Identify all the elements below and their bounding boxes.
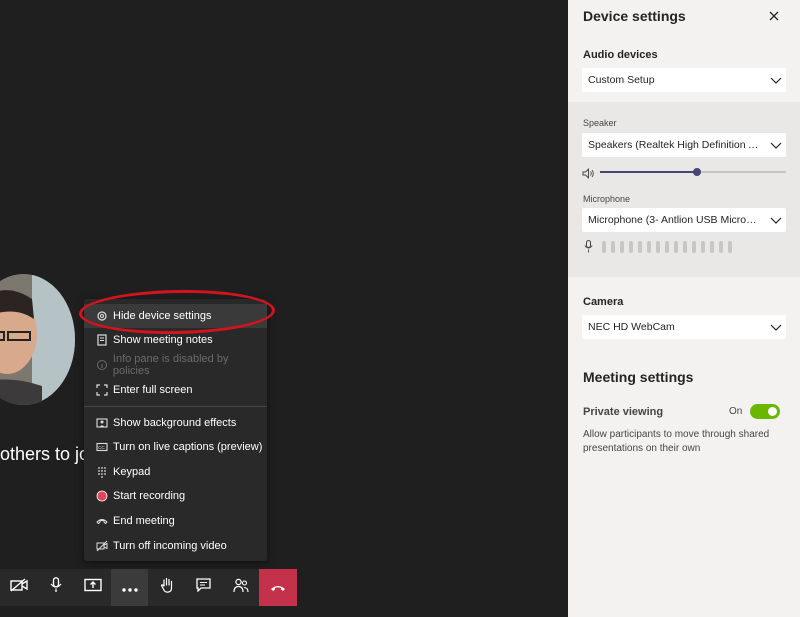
record-icon xyxy=(95,489,109,503)
menu-item-turn-off-incoming-video[interactable]: Turn off incoming video xyxy=(84,534,267,558)
chat-button[interactable] xyxy=(185,569,222,606)
speaker-dropdown[interactable]: Speakers (Realtek High Definition Au... xyxy=(582,133,786,157)
menu-item-keypad[interactable]: Keypad xyxy=(84,460,267,484)
more-options-icon xyxy=(121,579,138,597)
hang-up-icon xyxy=(270,579,286,597)
close-icon[interactable] xyxy=(765,7,783,25)
meeting-toolbar xyxy=(0,569,297,606)
menu-item-label: Keypad xyxy=(113,466,151,478)
microphone-level-icon xyxy=(584,240,593,258)
speaker-value: Speakers (Realtek High Definition Au... xyxy=(588,139,766,151)
captions-icon: CC xyxy=(95,440,109,454)
hang-up-button[interactable] xyxy=(259,569,297,606)
panel-title: Device settings xyxy=(583,8,686,24)
speaker-volume-fill xyxy=(600,171,697,173)
menu-item-label: Turn on live captions (preview) xyxy=(113,441,263,453)
private-viewing-toggle[interactable] xyxy=(750,404,780,419)
audio-devices-dropdown[interactable]: Custom Setup xyxy=(582,68,786,92)
menu-separator xyxy=(84,406,267,407)
participant-avatar xyxy=(0,274,75,405)
device-settings-panel: Device settings Audio devices Custom Set… xyxy=(568,0,800,617)
camera-value: NEC HD WebCam xyxy=(588,321,675,333)
audio-devices-value: Custom Setup xyxy=(588,74,655,86)
chevron-down-icon xyxy=(766,315,786,339)
fullscreen-icon xyxy=(95,383,109,397)
camera-label: Camera xyxy=(583,296,624,308)
meeting-stage: others to jo Hide device settings Show m… xyxy=(0,0,568,617)
menu-item-end-meeting[interactable]: End meeting xyxy=(84,509,267,533)
share-screen-icon xyxy=(83,578,102,598)
video-off-icon xyxy=(95,539,109,553)
raise-hand-button[interactable] xyxy=(148,569,185,606)
chat-icon xyxy=(196,578,211,597)
microphone-icon xyxy=(50,577,62,598)
menu-item-label: Start recording xyxy=(113,490,186,502)
more-options-menu: Hide device settings Show meeting notes … xyxy=(84,299,267,561)
menu-item-label: End meeting xyxy=(113,515,175,527)
speaker-volume-slider[interactable] xyxy=(693,168,701,176)
meeting-settings-title: Meeting settings xyxy=(583,369,694,385)
private-viewing-description: Allow participants to move through share… xyxy=(583,429,770,454)
speaker-label: Speaker xyxy=(583,118,617,128)
camera-dropdown[interactable]: NEC HD WebCam xyxy=(582,315,786,339)
audio-devices-label: Audio devices xyxy=(583,49,658,61)
invite-text: others to jo xyxy=(0,444,90,464)
participants-icon xyxy=(232,578,249,598)
menu-item-enter-full-screen[interactable]: Enter full screen xyxy=(84,378,267,402)
raise-hand-icon xyxy=(160,577,174,598)
microphone-button[interactable] xyxy=(37,569,74,606)
notes-icon xyxy=(95,333,109,347)
menu-item-label: Enter full screen xyxy=(113,384,193,396)
menu-item-live-captions[interactable]: CC Turn on live captions (preview) xyxy=(84,435,267,459)
svg-text:CC: CC xyxy=(98,445,105,450)
menu-item-label: Info pane is disabled by policies xyxy=(112,353,229,377)
menu-item-start-recording[interactable]: Start recording xyxy=(84,484,267,508)
chevron-down-icon xyxy=(766,133,786,157)
speaker-volume-icon xyxy=(582,166,595,184)
microphone-dropdown[interactable]: Microphone (3- Antlion USB Microph... xyxy=(582,208,786,232)
end-meeting-icon xyxy=(95,514,109,528)
keypad-icon xyxy=(95,465,109,479)
chevron-down-icon xyxy=(766,68,786,92)
microphone-label: Microphone xyxy=(583,194,631,204)
info-icon xyxy=(95,358,109,372)
private-viewing-state: On xyxy=(729,406,743,417)
share-screen-button[interactable] xyxy=(74,569,111,606)
menu-item-label: Turn off incoming video xyxy=(113,540,227,552)
more-options-button[interactable] xyxy=(111,569,148,606)
microphone-value: Microphone (3- Antlion USB Microph... xyxy=(588,214,766,226)
chevron-down-icon xyxy=(766,208,786,232)
background-effects-icon xyxy=(95,416,109,430)
menu-item-info-pane: Info pane is disabled by policies xyxy=(84,353,267,377)
camera-off-icon xyxy=(9,578,28,597)
menu-item-show-background-effects[interactable]: Show background effects xyxy=(84,411,267,435)
toggle-knob xyxy=(768,407,777,416)
menu-item-label: Show meeting notes xyxy=(113,334,213,346)
private-viewing-label: Private viewing xyxy=(583,406,664,418)
microphone-level-meter xyxy=(602,241,732,253)
camera-toggle-button[interactable] xyxy=(0,569,37,606)
participants-button[interactable] xyxy=(222,569,259,606)
menu-item-label: Show background effects xyxy=(113,417,237,429)
